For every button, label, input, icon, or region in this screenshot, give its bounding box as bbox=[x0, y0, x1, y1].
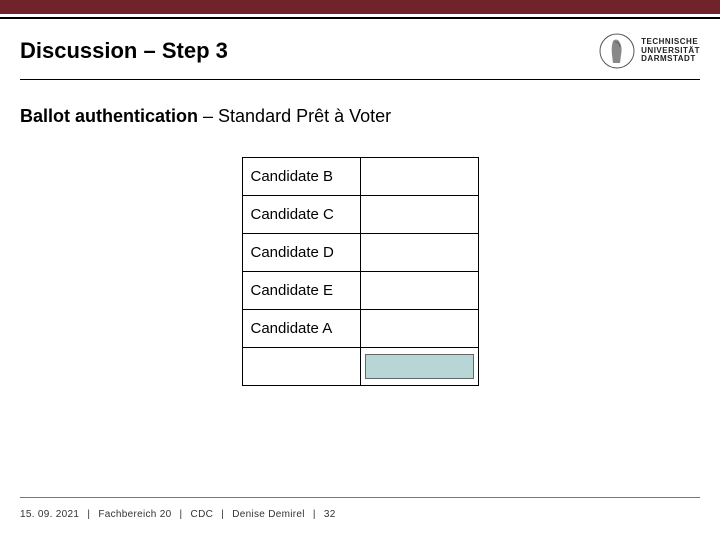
org-logo: TECHNISCHE UNIVERSITÄT DARMSTADT bbox=[599, 33, 700, 69]
footer-unit: CDC bbox=[191, 509, 214, 520]
vote-cell bbox=[360, 234, 478, 272]
candidate-cell: Candidate C bbox=[242, 196, 360, 234]
section-rest: – Standard Prêt à Voter bbox=[198, 106, 391, 126]
ballot-table: Candidate B Candidate C Candidate D Cand… bbox=[242, 157, 479, 386]
section-heading: Ballot authentication – Standard Prêt à … bbox=[0, 80, 720, 127]
shaded-marker bbox=[365, 354, 474, 379]
candidate-cell: Candidate E bbox=[242, 272, 360, 310]
candidate-cell: Candidate A bbox=[242, 310, 360, 348]
vote-cell bbox=[360, 196, 478, 234]
footer: 15. 09. 2021 | Fachbereich 20 | CDC | De… bbox=[20, 509, 336, 520]
table-row bbox=[242, 348, 478, 386]
org-line3: DARMSTADT bbox=[641, 55, 700, 64]
candidate-cell: Candidate B bbox=[242, 158, 360, 196]
footer-sep: | bbox=[87, 509, 90, 520]
footer-date: 15. 09. 2021 bbox=[20, 509, 79, 520]
table-row: Candidate A bbox=[242, 310, 478, 348]
vote-cell bbox=[360, 158, 478, 196]
section-bold: Ballot authentication bbox=[20, 106, 198, 126]
footer-page: 32 bbox=[324, 509, 336, 520]
footer-author: Denise Demirel bbox=[232, 509, 305, 520]
table-row: Candidate D bbox=[242, 234, 478, 272]
vote-cell bbox=[360, 272, 478, 310]
footer-divider bbox=[20, 497, 700, 498]
footer-sep: | bbox=[180, 509, 183, 520]
candidate-cell bbox=[242, 348, 360, 386]
athena-seal-icon bbox=[599, 33, 635, 69]
accent-bar bbox=[0, 0, 720, 14]
footer-sep: | bbox=[221, 509, 224, 520]
vote-cell-shaded bbox=[360, 348, 478, 386]
table-row: Candidate C bbox=[242, 196, 478, 234]
vote-cell bbox=[360, 310, 478, 348]
org-text: TECHNISCHE UNIVERSITÄT DARMSTADT bbox=[641, 38, 700, 64]
footer-dept: Fachbereich 20 bbox=[98, 509, 171, 520]
page-title: Discussion – Step 3 bbox=[20, 38, 228, 64]
candidate-cell: Candidate D bbox=[242, 234, 360, 272]
table-row: Candidate B bbox=[242, 158, 478, 196]
footer-sep: | bbox=[313, 509, 316, 520]
table-row: Candidate E bbox=[242, 272, 478, 310]
header: Discussion – Step 3 TECHNISCHE UNIVERSIT… bbox=[0, 19, 720, 79]
